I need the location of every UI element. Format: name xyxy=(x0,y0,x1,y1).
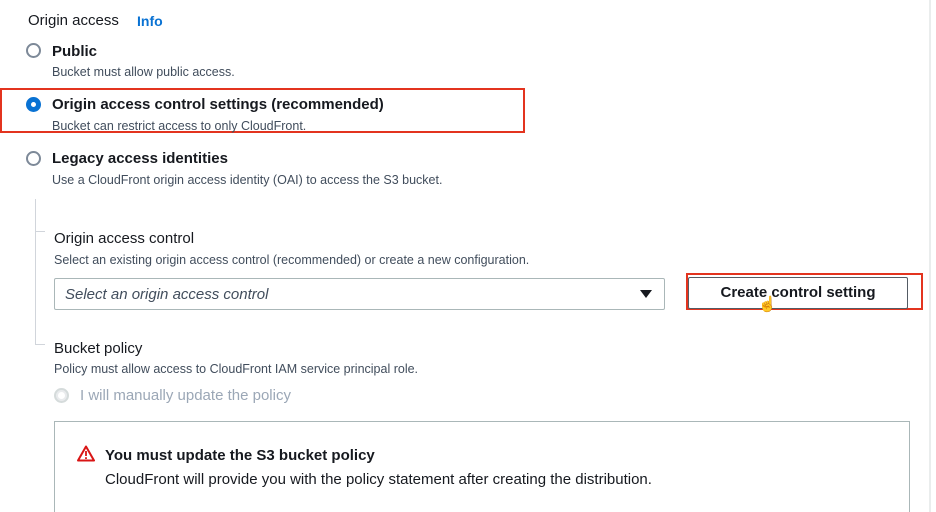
radio-manual-update-policy xyxy=(54,388,69,403)
alert-title: You must update the S3 bucket policy xyxy=(105,447,375,464)
panel-right-border xyxy=(929,0,931,512)
origin-access-control-select[interactable]: Select an origin access control xyxy=(54,278,665,310)
info-link[interactable]: Info xyxy=(137,13,163,29)
oac-subsection-description: Select an existing origin access control… xyxy=(54,253,530,267)
radio-public[interactable] xyxy=(26,43,41,58)
caret-down-icon xyxy=(640,290,652,298)
hand-cursor-icon: ☝ xyxy=(758,296,777,313)
option-oac-label[interactable]: Origin access control settings (recommen… xyxy=(52,96,384,113)
option-public-description: Bucket must allow public access. xyxy=(52,65,235,79)
manual-update-policy-label: I will manually update the policy xyxy=(80,387,291,404)
bucket-policy-description: Policy must allow access to CloudFront I… xyxy=(54,362,419,376)
create-control-setting-button[interactable]: Create control setting xyxy=(688,277,908,309)
tree-connector-branch-2 xyxy=(35,344,45,345)
alert-body: CloudFront will provide you with the pol… xyxy=(105,471,652,488)
tree-connector-vertical xyxy=(35,199,36,345)
warning-icon xyxy=(77,445,95,462)
oac-subsection-title: Origin access control xyxy=(54,230,195,247)
radio-origin-access-control[interactable] xyxy=(26,97,41,112)
bucket-policy-title: Bucket policy xyxy=(54,340,143,357)
option-legacy-label[interactable]: Legacy access identities xyxy=(52,150,228,167)
option-oac-description: Bucket can restrict access to only Cloud… xyxy=(52,119,307,133)
origin-access-label: Origin access xyxy=(28,12,119,29)
tree-connector-branch-1 xyxy=(35,231,45,232)
select-placeholder: Select an origin access control xyxy=(65,286,269,303)
option-legacy-description: Use a CloudFront origin access identity … xyxy=(52,173,443,187)
option-public-label[interactable]: Public xyxy=(52,43,97,60)
radio-legacy-access[interactable] xyxy=(26,151,41,166)
s3-policy-warning-alert: You must update the S3 bucket policy Clo… xyxy=(54,421,910,512)
